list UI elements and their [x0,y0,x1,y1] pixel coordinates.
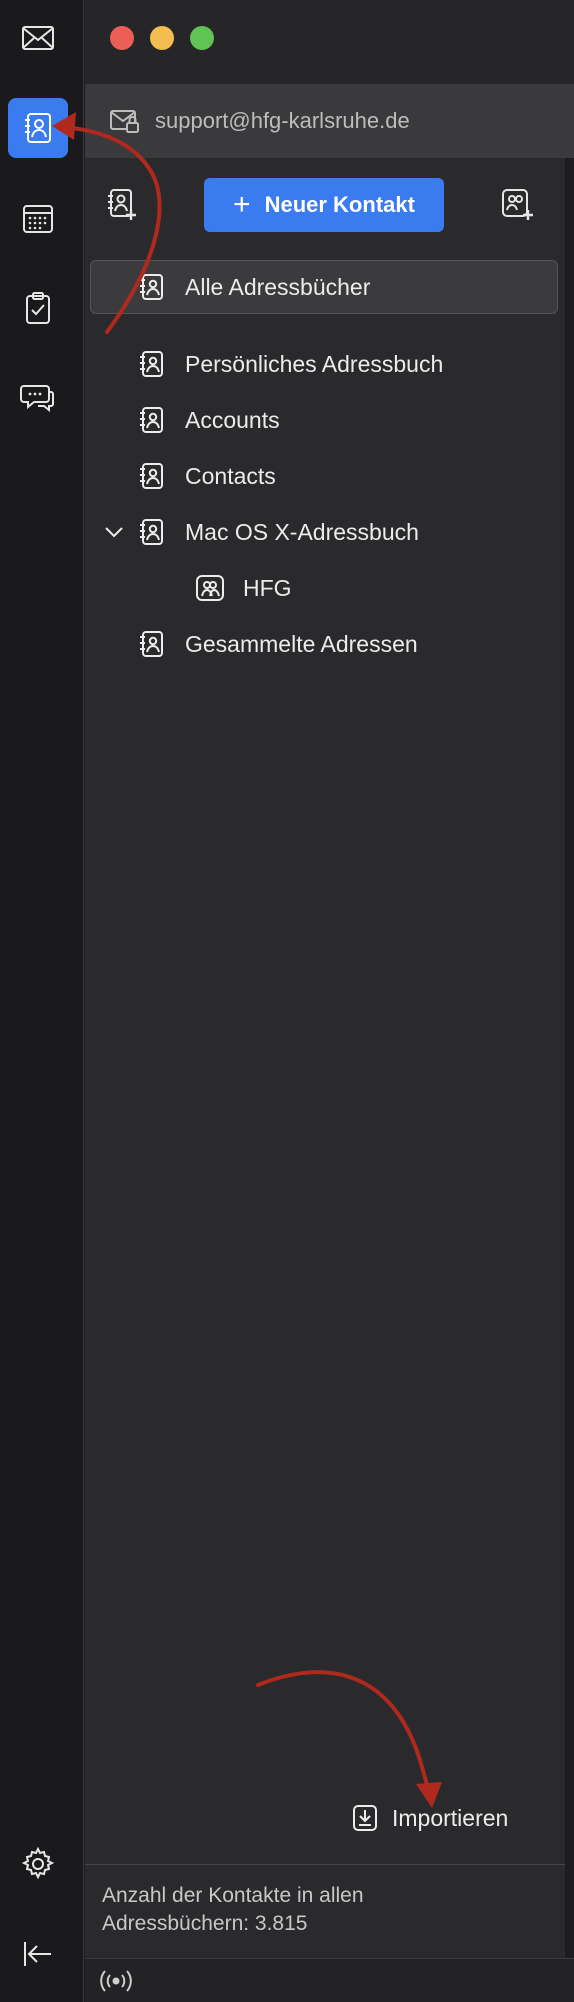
clipboard-check-icon [26,292,50,324]
contact-count-text: Anzahl der Kontakte in allen Adressbüche… [102,1882,542,1938]
new-contact-label: Neuer Kontakt [264,192,415,217]
import-button[interactable]: Importieren [350,1798,508,1838]
tree-item-contacts[interactable]: Contacts [137,454,276,498]
rail-mail-button[interactable] [8,8,68,68]
address-book-icon [140,274,163,300]
address-book-icon [25,113,51,143]
tree-item-label: Contacts [185,462,276,489]
tree-item-hfg[interactable]: HFG [195,566,292,610]
chat-icon [20,385,54,413]
contact-list-edge [565,158,574,1958]
contact-list-icon [196,575,224,601]
tree-item-personal-address-book[interactable]: Persönliches Adressbuch [137,342,443,386]
tree-item-label: Gesammelte Adressen [185,630,418,657]
import-icon [353,1805,377,1831]
contact-count-line-1: Anzahl der Kontakte in allen [102,1884,364,1907]
import-label: Importieren [392,1804,509,1831]
new-address-book-icon[interactable] [103,186,139,222]
connection-status-icon[interactable] [99,1968,133,1994]
address-book-icon [140,519,163,545]
close-window-button[interactable] [110,26,134,50]
gear-icon [21,1846,55,1880]
address-book-icon [140,463,163,489]
rail-chat-button[interactable] [8,368,68,428]
rail-collapse-button[interactable] [8,1924,68,1984]
title-bar [85,0,574,84]
rail-settings-button[interactable] [8,1834,68,1894]
address-book-icon [140,631,163,657]
address-book-icon [140,351,163,377]
account-email: support@hfg-karlsruhe.de [155,108,410,133]
new-contact-list-icon[interactable] [499,186,535,222]
rail-calendar-button[interactable] [8,188,68,248]
rail-tasks-button[interactable] [8,278,68,338]
rail-address-book-button[interactable] [8,98,68,158]
address-book-pane: + Neuer Kontakt Alle Adressbücher Persön… [85,158,565,1958]
tree-item-all-address-books[interactable]: Alle Adressbücher [90,260,558,314]
collapse-sidebar-icon [24,1942,51,1966]
mail-icon [22,26,54,50]
footer-divider [85,1864,565,1865]
address-book-icon [140,407,163,433]
status-bar [85,1958,574,2002]
tree-item-label: Accounts [185,406,280,433]
zoom-window-button[interactable] [190,26,214,50]
app-window: support@hfg-karlsruhe.de + Neuer Kontakt [0,0,574,2002]
tree-item-mac-os-x-address-book[interactable]: Mac OS X-Adressbuch [137,510,419,554]
minimize-window-button[interactable] [150,26,174,50]
plus-icon: + [233,188,251,221]
locked-mail-icon [110,110,139,133]
tree-item-label: Alle Adressbücher [185,273,371,300]
tree-item-label: Mac OS X-Adressbuch [185,518,419,545]
left-rail [0,0,84,2002]
chevron-down-icon[interactable] [103,521,125,543]
tree-item-label: Persönliches Adressbuch [185,350,444,377]
calendar-icon [23,205,53,233]
tree-item-collected-addresses[interactable]: Gesammelte Adressen [137,622,418,666]
new-contact-button[interactable]: + Neuer Kontakt [204,178,444,232]
account-bar[interactable]: support@hfg-karlsruhe.de [85,84,574,158]
contact-count-line-2: Adressbüchern: 3.815 [102,1912,308,1935]
tree-item-accounts[interactable]: Accounts [137,398,280,442]
tree-item-label: HFG [243,574,292,601]
